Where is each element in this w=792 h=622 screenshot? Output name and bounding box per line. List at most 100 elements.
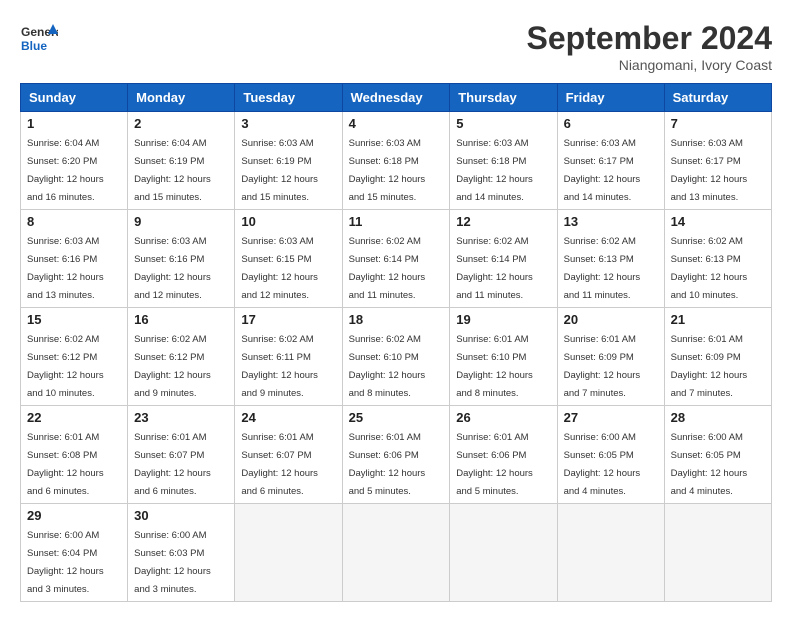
- table-row: 12 Sunrise: 6:02 AMSunset: 6:14 PMDayligh…: [450, 210, 557, 308]
- day-number: 18: [349, 312, 444, 327]
- table-row: 10Sunrise: 6:03 AMSunset: 6:15 PMDayligh…: [235, 210, 342, 308]
- day-number: 28: [671, 410, 765, 425]
- table-row: 17 Sunrise: 6:02 AMSunset: 6:11 PMDayligh…: [235, 308, 342, 406]
- logo-icon: General Blue: [20, 20, 58, 58]
- logo: General Blue: [20, 20, 58, 63]
- table-row: 21 Sunrise: 6:01 AMSunset: 6:09 PMDayligh…: [664, 308, 771, 406]
- table-row: 30 Sunrise: 6:00 AMSunset: 6:03 PMDayligh…: [128, 504, 235, 602]
- col-tuesday: Tuesday: [235, 84, 342, 112]
- table-row: [450, 504, 557, 602]
- table-row: 22 Sunrise: 6:01 AMSunset: 6:08 PMDayligh…: [21, 406, 128, 504]
- day-detail: Sunrise: 6:00 AMSunset: 6:04 PMDaylight:…: [27, 530, 104, 595]
- calendar-week-row: 8 Sunrise: 6:03 AMSunset: 6:16 PMDaylight…: [21, 210, 772, 308]
- day-number: 1: [27, 116, 121, 131]
- day-number: 2: [134, 116, 228, 131]
- day-number: 24: [241, 410, 335, 425]
- day-detail: Sunrise: 6:01 AMSunset: 6:06 PMDaylight:…: [349, 432, 426, 497]
- day-number: 16: [134, 312, 228, 327]
- table-row: 18Sunrise: 6:02 AMSunset: 6:10 PMDayligh…: [342, 308, 450, 406]
- day-detail: Sunrise: 6:00 AMSunset: 6:03 PMDaylight:…: [134, 530, 211, 595]
- table-row: 15 Sunrise: 6:02 AMSunset: 6:12 PMDayligh…: [21, 308, 128, 406]
- table-row: 19 Sunrise: 6:01 AMSunset: 6:10 PMDayligh…: [450, 308, 557, 406]
- day-detail: Sunrise: 6:02 AMSunset: 6:13 PMDaylight:…: [671, 236, 748, 301]
- day-number: 26: [456, 410, 550, 425]
- day-detail: Sunrise: 6:00 AMSunset: 6:05 PMDaylight:…: [671, 432, 748, 497]
- day-number: 19: [456, 312, 550, 327]
- table-row: 20Sunrise: 6:01 AMSunset: 6:09 PMDayligh…: [557, 308, 664, 406]
- table-row: 23 Sunrise: 6:01 AMSunset: 6:07 PMDayligh…: [128, 406, 235, 504]
- table-row: 29 Sunrise: 6:00 AMSunset: 6:04 PMDayligh…: [21, 504, 128, 602]
- day-detail: Sunrise: 6:00 AMSunset: 6:05 PMDaylight:…: [564, 432, 641, 497]
- day-number: 8: [27, 214, 121, 229]
- table-row: 11 Sunrise: 6:02 AMSunset: 6:14 PMDayligh…: [342, 210, 450, 308]
- day-detail: Sunrise: 6:03 AMSunset: 6:16 PMDaylight:…: [27, 236, 104, 301]
- location-subtitle: Niangomani, Ivory Coast: [527, 57, 772, 73]
- day-number: 30: [134, 508, 228, 523]
- day-detail: Sunrise: 6:03 AMSunset: 6:19 PMDaylight:…: [241, 138, 318, 203]
- table-row: 24 Sunrise: 6:01 AMSunset: 6:07 PMDayligh…: [235, 406, 342, 504]
- col-sunday: Sunday: [21, 84, 128, 112]
- day-number: 9: [134, 214, 228, 229]
- day-detail: Sunrise: 6:01 AMSunset: 6:09 PMDaylight:…: [671, 334, 748, 399]
- calendar-header-row: Sunday Monday Tuesday Wednesday Thursday…: [21, 84, 772, 112]
- calendar-week-row: 22 Sunrise: 6:01 AMSunset: 6:08 PMDayligh…: [21, 406, 772, 504]
- day-number: 15: [27, 312, 121, 327]
- day-detail: Sunrise: 6:01 AMSunset: 6:07 PMDaylight:…: [134, 432, 211, 497]
- col-friday: Friday: [557, 84, 664, 112]
- day-number: 21: [671, 312, 765, 327]
- table-row: 4Sunrise: 6:03 AMSunset: 6:18 PMDaylight…: [342, 112, 450, 210]
- day-detail: Sunrise: 6:02 AMSunset: 6:14 PMDaylight:…: [349, 236, 426, 301]
- day-number: 7: [671, 116, 765, 131]
- day-number: 12: [456, 214, 550, 229]
- table-row: 14 Sunrise: 6:02 AMSunset: 6:13 PMDayligh…: [664, 210, 771, 308]
- calendar-week-row: 29 Sunrise: 6:00 AMSunset: 6:04 PMDayligh…: [21, 504, 772, 602]
- title-block: September 2024 Niangomani, Ivory Coast: [527, 20, 772, 73]
- table-row: 28 Sunrise: 6:00 AMSunset: 6:05 PMDayligh…: [664, 406, 771, 504]
- day-detail: Sunrise: 6:01 AMSunset: 6:08 PMDaylight:…: [27, 432, 104, 497]
- day-number: 3: [241, 116, 335, 131]
- table-row: [235, 504, 342, 602]
- table-row: 13 Sunrise: 6:02 AMSunset: 6:13 PMDayligh…: [557, 210, 664, 308]
- col-wednesday: Wednesday: [342, 84, 450, 112]
- day-detail: Sunrise: 6:03 AMSunset: 6:18 PMDaylight:…: [456, 138, 533, 203]
- day-number: 11: [349, 214, 444, 229]
- table-row: 8 Sunrise: 6:03 AMSunset: 6:16 PMDaylight…: [21, 210, 128, 308]
- day-detail: Sunrise: 6:01 AMSunset: 6:06 PMDaylight:…: [456, 432, 533, 497]
- day-number: 14: [671, 214, 765, 229]
- table-row: 27 Sunrise: 6:00 AMSunset: 6:05 PMDayligh…: [557, 406, 664, 504]
- day-number: 20: [564, 312, 658, 327]
- col-thursday: Thursday: [450, 84, 557, 112]
- table-row: [557, 504, 664, 602]
- table-row: 25 Sunrise: 6:01 AMSunset: 6:06 PMDayligh…: [342, 406, 450, 504]
- svg-text:Blue: Blue: [21, 39, 47, 53]
- table-row: 7 Sunrise: 6:03 AMSunset: 6:17 PMDaylight…: [664, 112, 771, 210]
- day-number: 17: [241, 312, 335, 327]
- day-detail: Sunrise: 6:03 AMSunset: 6:16 PMDaylight:…: [134, 236, 211, 301]
- day-detail: Sunrise: 6:02 AMSunset: 6:12 PMDaylight:…: [27, 334, 104, 399]
- table-row: 5Sunrise: 6:03 AMSunset: 6:18 PMDaylight…: [450, 112, 557, 210]
- day-number: 4: [349, 116, 444, 131]
- day-detail: Sunrise: 6:01 AMSunset: 6:07 PMDaylight:…: [241, 432, 318, 497]
- day-number: 27: [564, 410, 658, 425]
- day-number: 13: [564, 214, 658, 229]
- table-row: 26 Sunrise: 6:01 AMSunset: 6:06 PMDayligh…: [450, 406, 557, 504]
- day-number: 29: [27, 508, 121, 523]
- col-saturday: Saturday: [664, 84, 771, 112]
- day-number: 25: [349, 410, 444, 425]
- day-detail: Sunrise: 6:02 AMSunset: 6:14 PMDaylight:…: [456, 236, 533, 301]
- table-row: [342, 504, 450, 602]
- day-detail: Sunrise: 6:01 AMSunset: 6:10 PMDaylight:…: [456, 334, 533, 399]
- day-detail: Sunrise: 6:03 AMSunset: 6:15 PMDaylight:…: [241, 236, 318, 301]
- day-detail: Sunrise: 6:02 AMSunset: 6:13 PMDaylight:…: [564, 236, 641, 301]
- calendar-week-row: 15 Sunrise: 6:02 AMSunset: 6:12 PMDayligh…: [21, 308, 772, 406]
- month-year-title: September 2024: [527, 20, 772, 57]
- calendar-table: Sunday Monday Tuesday Wednesday Thursday…: [20, 83, 772, 602]
- day-detail: Sunrise: 6:02 AMSunset: 6:12 PMDaylight:…: [134, 334, 211, 399]
- table-row: 9 Sunrise: 6:03 AMSunset: 6:16 PMDaylight…: [128, 210, 235, 308]
- table-row: 2Sunrise: 6:04 AMSunset: 6:19 PMDaylight…: [128, 112, 235, 210]
- table-row: [664, 504, 771, 602]
- day-detail: Sunrise: 6:02 AMSunset: 6:11 PMDaylight:…: [241, 334, 318, 399]
- day-number: 22: [27, 410, 121, 425]
- day-detail: Sunrise: 6:03 AMSunset: 6:17 PMDaylight:…: [671, 138, 748, 203]
- day-number: 23: [134, 410, 228, 425]
